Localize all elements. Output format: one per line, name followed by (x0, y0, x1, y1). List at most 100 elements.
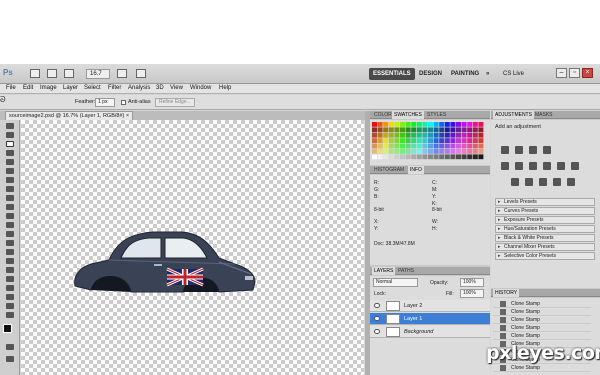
menu-select[interactable]: Select (84, 85, 101, 91)
workspace-design-button[interactable]: DESIGN (415, 68, 446, 80)
path-selection-tool-icon[interactable] (5, 267, 15, 274)
color-swatch[interactable] (439, 149, 445, 154)
color-swatch[interactable] (461, 138, 467, 143)
feather-input[interactable]: 1 px (95, 98, 115, 107)
color-swatch[interactable] (383, 122, 389, 127)
menu-window[interactable]: Window (190, 85, 211, 91)
color-swatch[interactable] (444, 149, 450, 154)
layer-row[interactable]: Layer 2 (370, 300, 490, 312)
color-swatch[interactable] (405, 138, 411, 143)
color-swatch[interactable] (411, 122, 417, 127)
color-swatch[interactable] (388, 122, 394, 127)
color-swatch[interactable] (456, 138, 461, 143)
color-swatch[interactable] (456, 122, 461, 127)
color-swatch[interactable] (416, 127, 422, 133)
minimize-button[interactable]: – (556, 68, 567, 78)
color-swatch[interactable] (388, 154, 394, 160)
menu-filter[interactable]: Filter (108, 85, 121, 91)
color-swatch[interactable] (377, 138, 383, 143)
color-swatch[interactable] (411, 132, 417, 138)
color-swatch[interactable] (400, 122, 405, 127)
color-swatch[interactable] (450, 122, 456, 127)
color-swatch[interactable] (411, 154, 417, 160)
color-balance-icon[interactable] (529, 162, 537, 170)
color-swatch[interactable] (411, 143, 417, 149)
color-swatch[interactable] (383, 132, 389, 138)
color-swatch[interactable] (444, 122, 450, 127)
color-swatch[interactable] (422, 154, 428, 160)
blend-mode-select[interactable]: Normal (373, 278, 418, 287)
color-swatch[interactable] (433, 132, 439, 138)
gradient-map-icon[interactable] (553, 178, 561, 186)
color-swatch[interactable] (433, 122, 439, 127)
tab-color[interactable]: COLOR (372, 111, 394, 119)
fill-input[interactable]: 100% (460, 289, 484, 298)
color-swatch[interactable] (372, 149, 377, 154)
color-swatch[interactable] (422, 122, 428, 127)
color-swatch[interactable] (416, 154, 422, 160)
color-swatch[interactable] (372, 122, 377, 127)
tab-adjustments[interactable]: ADJUSTMENTS (493, 111, 534, 119)
history-step[interactable]: Clone Stamp (493, 300, 591, 308)
color-swatch[interactable] (456, 127, 461, 133)
color-swatch[interactable] (416, 143, 422, 149)
levels-presets-row[interactable]: Levels Presets (495, 198, 595, 206)
color-swatch[interactable] (461, 149, 467, 154)
type-tool-icon[interactable] (5, 258, 15, 265)
close-button[interactable]: × (582, 68, 593, 78)
color-swatch[interactable] (428, 149, 433, 154)
color-swatch[interactable] (422, 138, 428, 143)
color-swatch[interactable] (377, 154, 383, 160)
document-tab[interactable]: sourceimage2.psd @ 16.7% (Layer 1, RGB/8… (5, 111, 134, 120)
history-step[interactable]: Clone Stamp (493, 316, 591, 324)
color-swatch[interactable] (439, 122, 445, 127)
swatch-grid[interactable] (372, 122, 488, 162)
menu-view[interactable]: View (170, 85, 183, 91)
color-swatch[interactable] (456, 154, 461, 160)
color-swatch[interactable] (478, 127, 484, 133)
color-swatch[interactable] (472, 149, 478, 154)
tab-styles[interactable]: STYLES (425, 111, 448, 119)
color-swatch[interactable] (394, 138, 400, 143)
color-swatch[interactable] (428, 132, 433, 138)
tab-history[interactable]: HISTORY (493, 289, 520, 297)
color-swatch[interactable] (388, 138, 394, 143)
history-brush-tool-icon[interactable] (5, 204, 15, 211)
tab-histogram[interactable]: HISTOGRAM (372, 166, 406, 174)
color-swatch[interactable] (433, 149, 439, 154)
color-swatch[interactable] (405, 132, 411, 138)
color-swatch[interactable] (422, 143, 428, 149)
invert-icon[interactable] (511, 178, 519, 186)
threshold-icon[interactable] (539, 178, 547, 186)
clone-stamp-tool-icon[interactable] (5, 195, 15, 202)
color-swatch[interactable] (461, 127, 467, 133)
menu-edit[interactable]: Edit (23, 85, 33, 91)
color-swatch[interactable] (456, 143, 461, 149)
color-swatch[interactable] (450, 143, 456, 149)
shape-tool-icon[interactable] (5, 276, 15, 283)
color-swatch[interactable] (433, 154, 439, 160)
color-swatch[interactable] (422, 132, 428, 138)
color-swatch[interactable] (416, 149, 422, 154)
color-swatch[interactable] (472, 138, 478, 143)
3d-orbit-tool-icon[interactable] (5, 294, 15, 301)
color-swatch[interactable] (372, 154, 377, 160)
tab-info[interactable]: INFO (408, 166, 424, 174)
eyedropper-tool-icon[interactable] (5, 168, 15, 175)
menu-3d[interactable]: 3D (156, 85, 164, 91)
exposure-icon[interactable] (543, 146, 551, 154)
eraser-tool-icon[interactable] (5, 213, 15, 220)
bridge-icon[interactable] (30, 69, 40, 78)
color-swatch[interactable] (478, 122, 484, 127)
color-swatch[interactable] (383, 143, 389, 149)
color-swatch[interactable] (478, 132, 484, 138)
color-swatch[interactable] (377, 127, 383, 133)
arrange-documents-icon[interactable] (136, 69, 146, 78)
color-swatch[interactable] (461, 122, 467, 127)
zoom-level-field[interactable]: 16.7 (86, 69, 110, 79)
color-swatch[interactable] (411, 127, 417, 133)
restore-button[interactable]: ▫ (569, 68, 580, 78)
color-swatch[interactable] (467, 143, 473, 149)
selective-color-presets-row[interactable]: Selective Color Presets (495, 252, 595, 260)
color-swatch[interactable] (450, 149, 456, 154)
